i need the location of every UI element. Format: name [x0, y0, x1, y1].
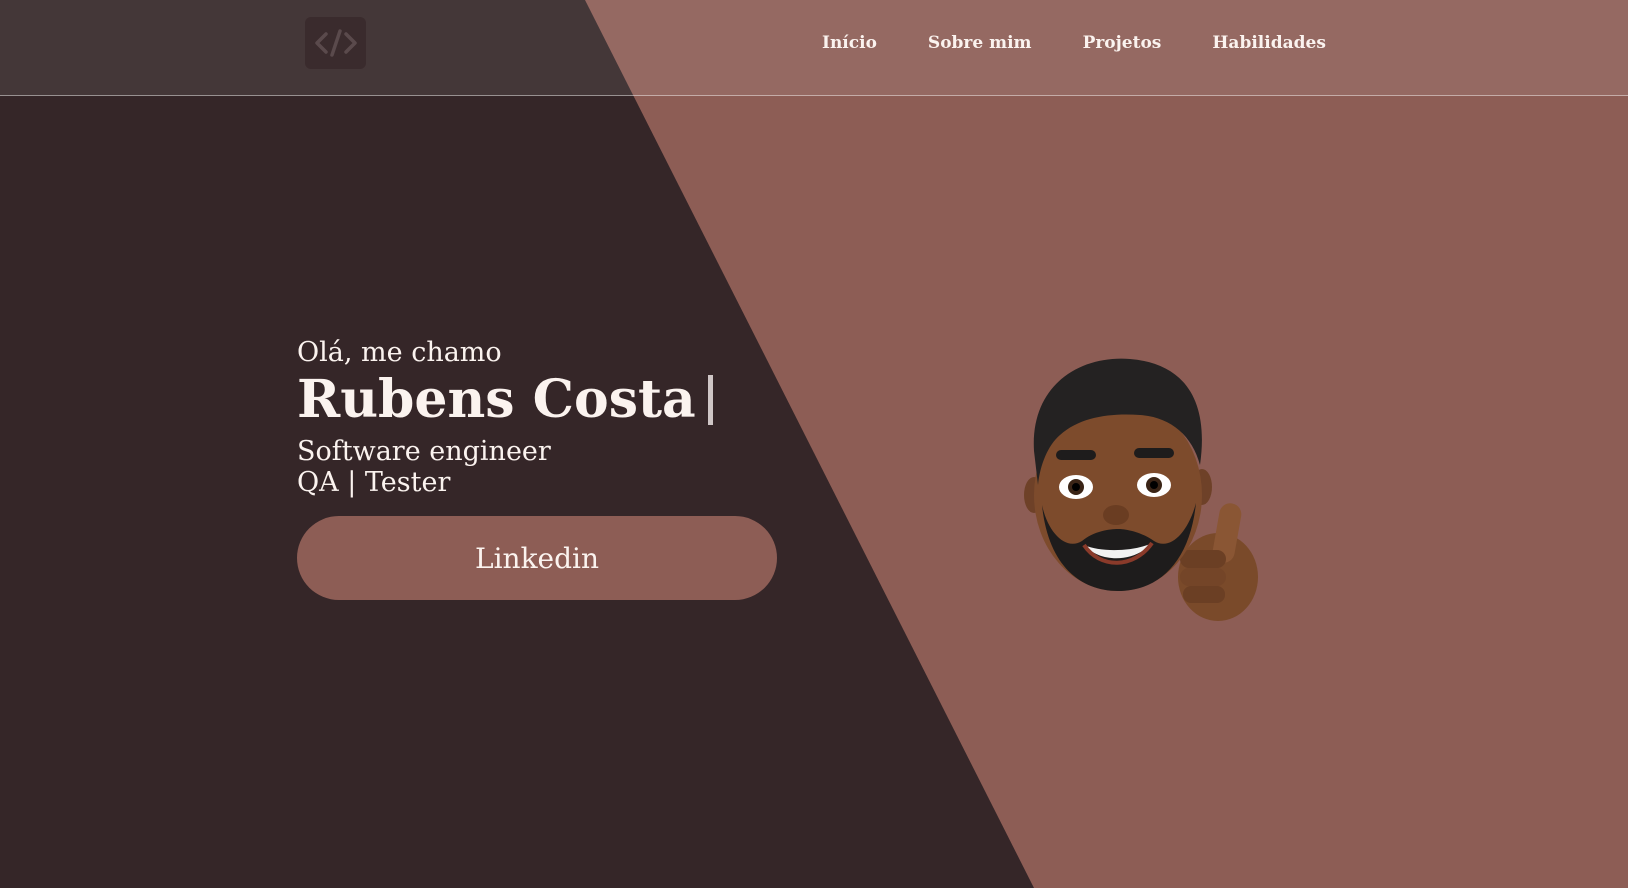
role-text-2: QA | Tester — [297, 467, 451, 498]
main-nav: Início Sobre mim Projetos Habilidades — [800, 28, 1326, 58]
nav-inicio[interactable]: Início — [822, 33, 877, 53]
role-text-1: Software engineer — [297, 436, 551, 467]
name-row: Rubens Costa — [297, 370, 797, 430]
portfolio-page: Início Sobre mim Projetos Habilidades Ol… — [0, 0, 1628, 888]
nav-sobre-mim[interactable]: Sobre mim — [928, 33, 1032, 53]
background-split — [0, 0, 1628, 888]
hero-name: Rubens Costa — [297, 369, 696, 430]
memoji-thumbs-up-icon — [1024, 358, 1258, 621]
hero-section: Olá, me chamo Rubens Costa Software engi… — [297, 334, 797, 600]
code-icon — [314, 29, 357, 57]
typing-cursor — [707, 375, 713, 425]
logo[interactable] — [305, 17, 366, 69]
site-header: Início Sobre mim Projetos Habilidades — [0, 0, 1628, 96]
linkedin-button[interactable]: Linkedin — [297, 516, 777, 600]
nav-habilidades[interactable]: Habilidades — [1212, 33, 1326, 53]
nav-projetos[interactable]: Projetos — [1083, 33, 1162, 53]
greeting-text: Olá, me chamo — [297, 337, 502, 368]
